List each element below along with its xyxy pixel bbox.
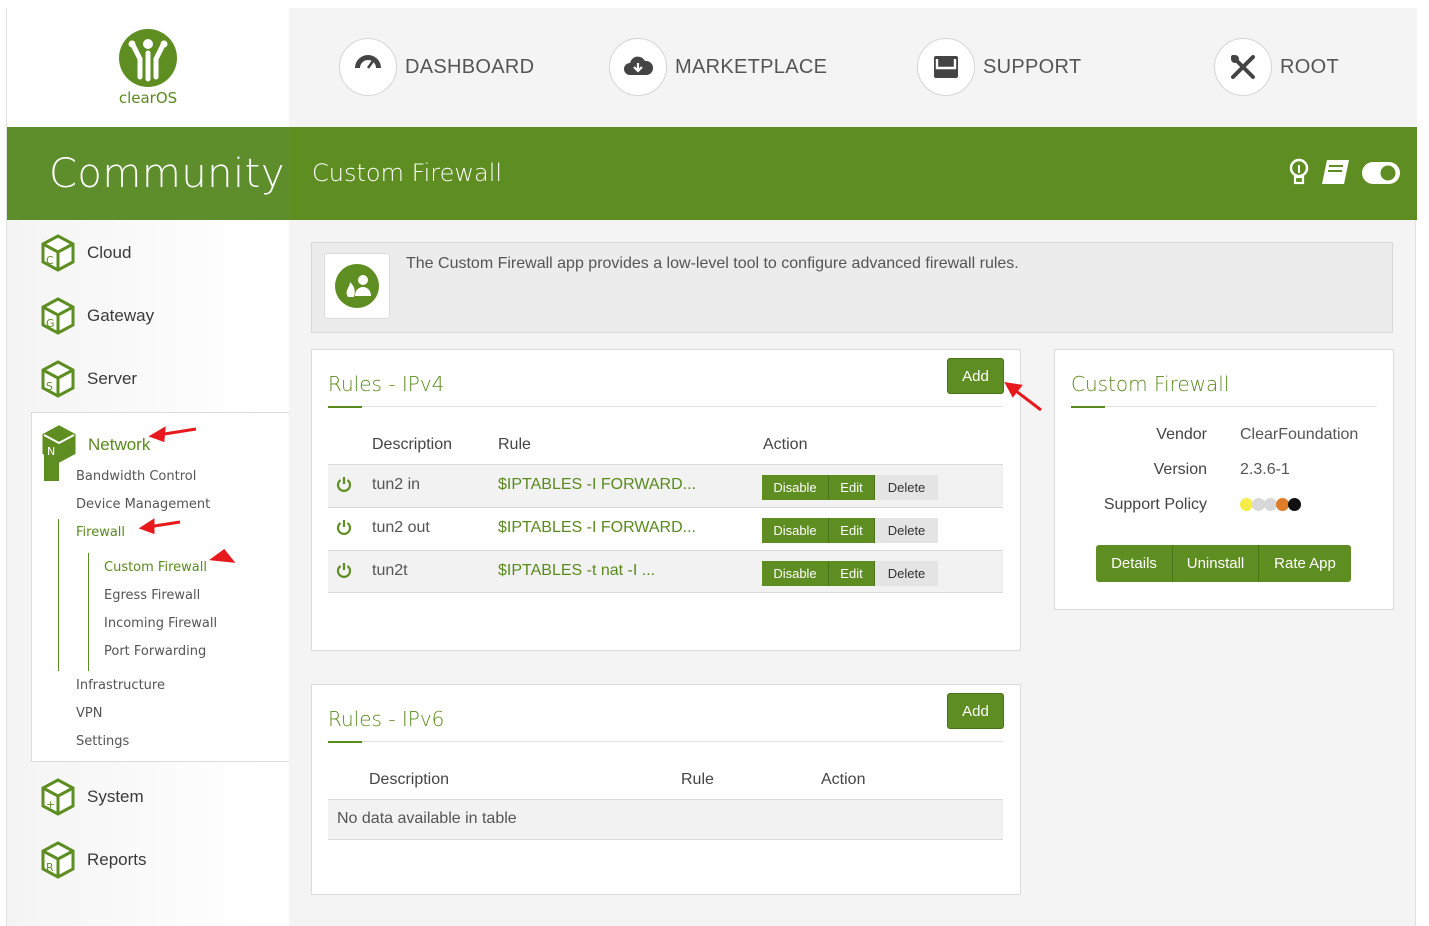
annotation-arrows [138,382,1042,563]
arrow-custom-firewall [208,548,236,563]
